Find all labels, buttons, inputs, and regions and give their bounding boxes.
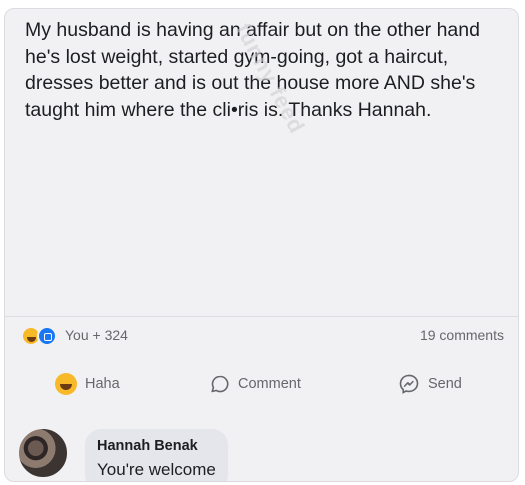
- reaction-count[interactable]: You + 324: [65, 327, 128, 343]
- haha-icon: [55, 373, 77, 395]
- send-label: Send: [428, 376, 462, 392]
- comment-icon: [210, 374, 230, 394]
- reaction-icons: [21, 326, 67, 348]
- messenger-icon: [398, 373, 420, 395]
- haha-label: Haha: [85, 376, 120, 392]
- action-bar: Haha Comment Send: [5, 369, 518, 399]
- comment-item: Hannah Benak You're welcome: [5, 419, 518, 481]
- divider: [5, 316, 518, 317]
- comment-text: You're welcome: [97, 460, 216, 479]
- comment-author[interactable]: Hannah Benak: [97, 437, 216, 455]
- post-card: My husband is having an affair but on th…: [4, 8, 519, 482]
- haha-button[interactable]: Haha: [55, 369, 120, 399]
- comment-bubble: Hannah Benak You're welcome: [85, 429, 228, 481]
- comments-count[interactable]: 19 comments: [420, 327, 504, 343]
- like-icon: [37, 326, 57, 346]
- reactions-summary[interactable]: You + 324 19 comments: [21, 324, 504, 352]
- send-button[interactable]: Send: [398, 369, 462, 399]
- avatar[interactable]: [17, 427, 69, 479]
- comment-button[interactable]: Comment: [210, 369, 301, 399]
- comment-label: Comment: [238, 376, 301, 392]
